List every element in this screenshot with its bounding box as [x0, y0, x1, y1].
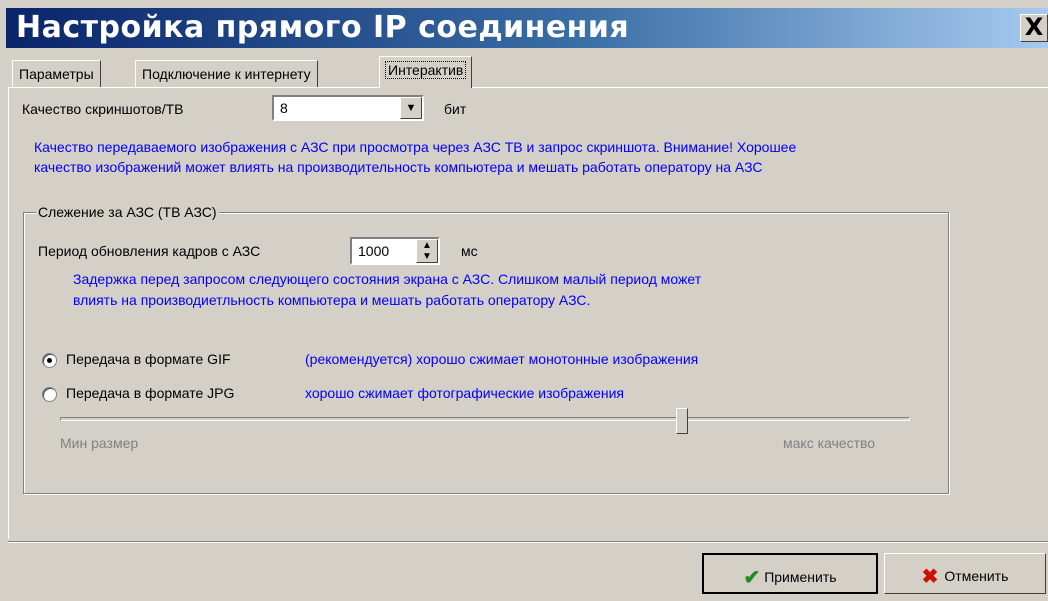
gif-radio[interactable]: [42, 353, 57, 368]
jpg-radio[interactable]: [42, 387, 57, 402]
apply-button-label: Применить: [764, 569, 837, 585]
refresh-period-hint-line2: влиять на производиетльность компьютера …: [73, 292, 591, 308]
chevron-down-icon[interactable]: ▼: [400, 97, 422, 119]
tab-internet-connection[interactable]: Подключение к интернету: [135, 60, 318, 87]
footer-divider: [8, 541, 1048, 543]
tab-parameters[interactable]: Параметры: [12, 60, 101, 87]
close-button[interactable]: X: [1020, 14, 1048, 42]
quality-slider-track[interactable]: [60, 417, 910, 421]
settings-dialog: Настройка прямого IP соединения X Параме…: [0, 0, 1048, 601]
screenshot-quality-combo[interactable]: 8 ▼: [272, 95, 424, 121]
tab-label: Подключение к интернету: [142, 66, 311, 82]
check-icon: ✔: [743, 567, 761, 589]
cross-icon: ✖: [921, 566, 939, 588]
refresh-period-label: Период обновления кадров с АЗС: [38, 243, 261, 259]
combo-value: 8: [280, 100, 288, 116]
slider-max-label: макс качество: [783, 435, 876, 451]
cancel-button[interactable]: ✖ Отменить: [884, 553, 1046, 594]
tab-interactive[interactable]: Интерактив: [379, 56, 473, 88]
jpg-radio-label[interactable]: Передача в формате JPG: [66, 385, 234, 401]
apply-button[interactable]: ✔ Применить: [702, 553, 878, 594]
gif-description: (рекомендуется) хорошо сжимает монотонны…: [305, 351, 699, 367]
tab-label: Интерактив: [384, 61, 467, 79]
refresh-period-hint-line1: Задержка перед запросом следующего состо…: [73, 271, 702, 287]
close-icon: X: [1024, 13, 1044, 41]
tab-label: Параметры: [19, 66, 94, 82]
slider-min-label: Мин размер: [60, 435, 139, 451]
cancel-button-label: Отменить: [944, 568, 1009, 584]
monitoring-group-title: Слежение за АЗС (ТВ АЗС): [36, 204, 219, 220]
refresh-period-spinner[interactable]: 1000 ▲ ▼: [350, 237, 440, 265]
spin-arrows-icon[interactable]: ▲ ▼: [416, 239, 438, 263]
spinner-value: 1000: [358, 243, 390, 259]
screenshot-quality-hint-line2: качество изображений может влиять на про…: [34, 159, 763, 175]
window-title: Настройка прямого IP соединения: [16, 10, 630, 45]
jpg-description: хорошо сжимает фотографические изображен…: [305, 385, 624, 401]
screenshot-quality-unit: бит: [444, 101, 467, 117]
gif-radio-label[interactable]: Передача в формате GIF: [66, 351, 231, 367]
screenshot-quality-hint-line1: Качество передаваемого изображения с АЗС…: [34, 139, 797, 155]
quality-slider-thumb[interactable]: [676, 408, 688, 434]
title-bar[interactable]: Настройка прямого IP соединения X: [6, 8, 1048, 48]
refresh-period-unit: мс: [461, 243, 478, 259]
screenshot-quality-label: Качество скриншотов/ТВ: [22, 101, 184, 117]
